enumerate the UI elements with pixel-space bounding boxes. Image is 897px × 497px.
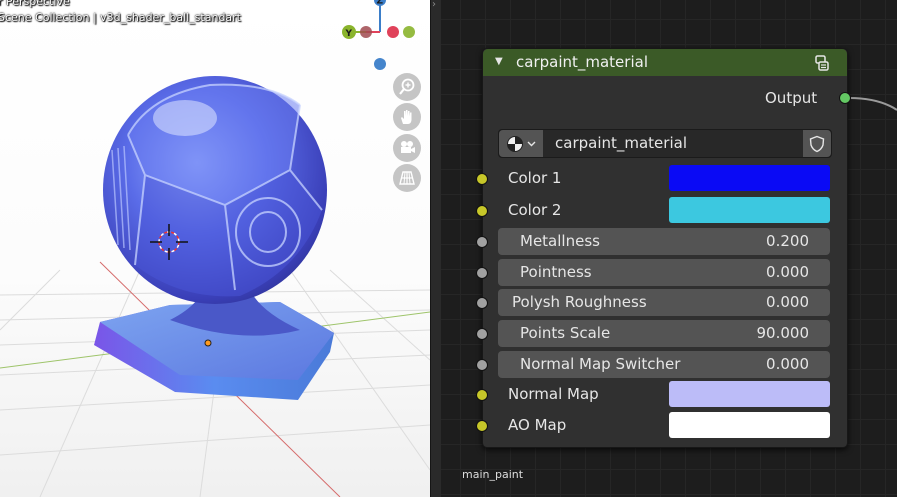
input-label-color-2: Color 2 — [508, 201, 562, 219]
value-field-pointness[interactable]: Pointness 0.000 — [498, 259, 830, 286]
node-header[interactable]: ▼ carpaint_material — [483, 49, 847, 76]
input-label-color-1: Color 1 — [508, 169, 562, 187]
input-label-ao-map: AO Map — [508, 416, 567, 434]
fake-user-button[interactable] — [803, 130, 831, 157]
input-socket-normal-map-switcher[interactable] — [476, 359, 488, 371]
collapse-region-icon[interactable]: › — [432, 0, 436, 10]
shader-ball-sphere — [103, 76, 327, 304]
object-origin — [204, 339, 212, 347]
zoom-icon — [399, 78, 415, 95]
node-title: carpaint_material — [516, 53, 648, 71]
input-socket-color-2[interactable] — [476, 205, 488, 217]
color-swatch-normal-map[interactable] — [669, 381, 830, 407]
navigation-gizmo[interactable]: Y Z — [342, 0, 415, 70]
datablock-name[interactable]: carpaint_material — [555, 134, 687, 152]
viewport-view-title: r Perspective — [0, 0, 70, 8]
field-label: Pointness — [520, 263, 592, 281]
input-socket-pointness[interactable] — [476, 267, 488, 279]
shield-icon — [809, 135, 825, 152]
value-field-metallness[interactable]: Metallness 0.200 — [498, 228, 830, 255]
gizmo-y-label: Y — [345, 29, 353, 39]
zoom-button[interactable] — [393, 73, 421, 101]
viewport-scene: Y Z — [0, 0, 430, 497]
node-tree-icon — [507, 135, 523, 152]
perspective-grid-icon — [399, 171, 415, 185]
color-swatch-ao-map[interactable] — [669, 412, 830, 438]
input-socket-polysh-roughness[interactable] — [476, 297, 488, 309]
input-socket-ao-map[interactable] — [476, 420, 488, 432]
3d-viewport[interactable]: Y Z r Perspective Scene Collection | v3d… — [0, 0, 430, 497]
input-socket-normal-map[interactable] — [476, 389, 488, 401]
value-field-polysh-roughness[interactable]: Polysh Roughness 0.000 — [498, 289, 830, 316]
input-socket-metallness[interactable] — [476, 236, 488, 248]
pan-button[interactable] — [393, 103, 421, 131]
viewport-collection-info: Scene Collection | v3d_shader_ball_stand… — [0, 11, 241, 24]
input-label-normal-map: Normal Map — [508, 385, 599, 403]
frame-label: main_paint — [462, 468, 524, 481]
camera-view-button[interactable] — [393, 134, 421, 162]
output-socket[interactable] — [839, 92, 851, 104]
value-field-normal-map-switcher[interactable]: Normal Map Switcher 0.000 — [498, 351, 830, 378]
field-value: 90.000 — [756, 324, 810, 342]
input-socket-color-1[interactable] — [476, 173, 488, 185]
datablock-browse-button[interactable] — [499, 130, 543, 157]
camera-icon — [401, 141, 415, 153]
field-label: Metallness — [520, 232, 600, 250]
field-value: 0.000 — [766, 293, 809, 311]
field-label: Points Scale — [520, 324, 611, 342]
output-socket-label: Output — [765, 89, 818, 107]
node-group-datablock-selector[interactable]: carpaint_material — [498, 129, 832, 158]
field-label: Polysh Roughness — [512, 293, 647, 311]
pan-hand-icon — [401, 110, 412, 124]
chevron-down-icon — [527, 141, 536, 147]
gizmo-z-label: Z — [377, 0, 384, 7]
collapse-arrow-icon[interactable]: ▼ — [495, 56, 503, 67]
field-value: 0.000 — [766, 263, 809, 281]
color-swatch-color-2[interactable] — [669, 197, 830, 223]
output-link — [849, 97, 897, 111]
gizmo-x-axis[interactable] — [387, 26, 399, 38]
color-swatch-color-1[interactable] — [669, 165, 830, 191]
node-group-icon[interactable] — [813, 54, 831, 72]
perspective-toggle-button[interactable] — [393, 164, 421, 192]
field-value: 0.000 — [766, 355, 809, 373]
input-socket-points-scale[interactable] — [476, 328, 488, 340]
area-divider[interactable]: › — [430, 0, 441, 497]
field-value: 0.200 — [766, 232, 809, 250]
value-field-points-scale[interactable]: Points Scale 90.000 — [498, 320, 830, 347]
field-label: Normal Map Switcher — [520, 355, 681, 373]
